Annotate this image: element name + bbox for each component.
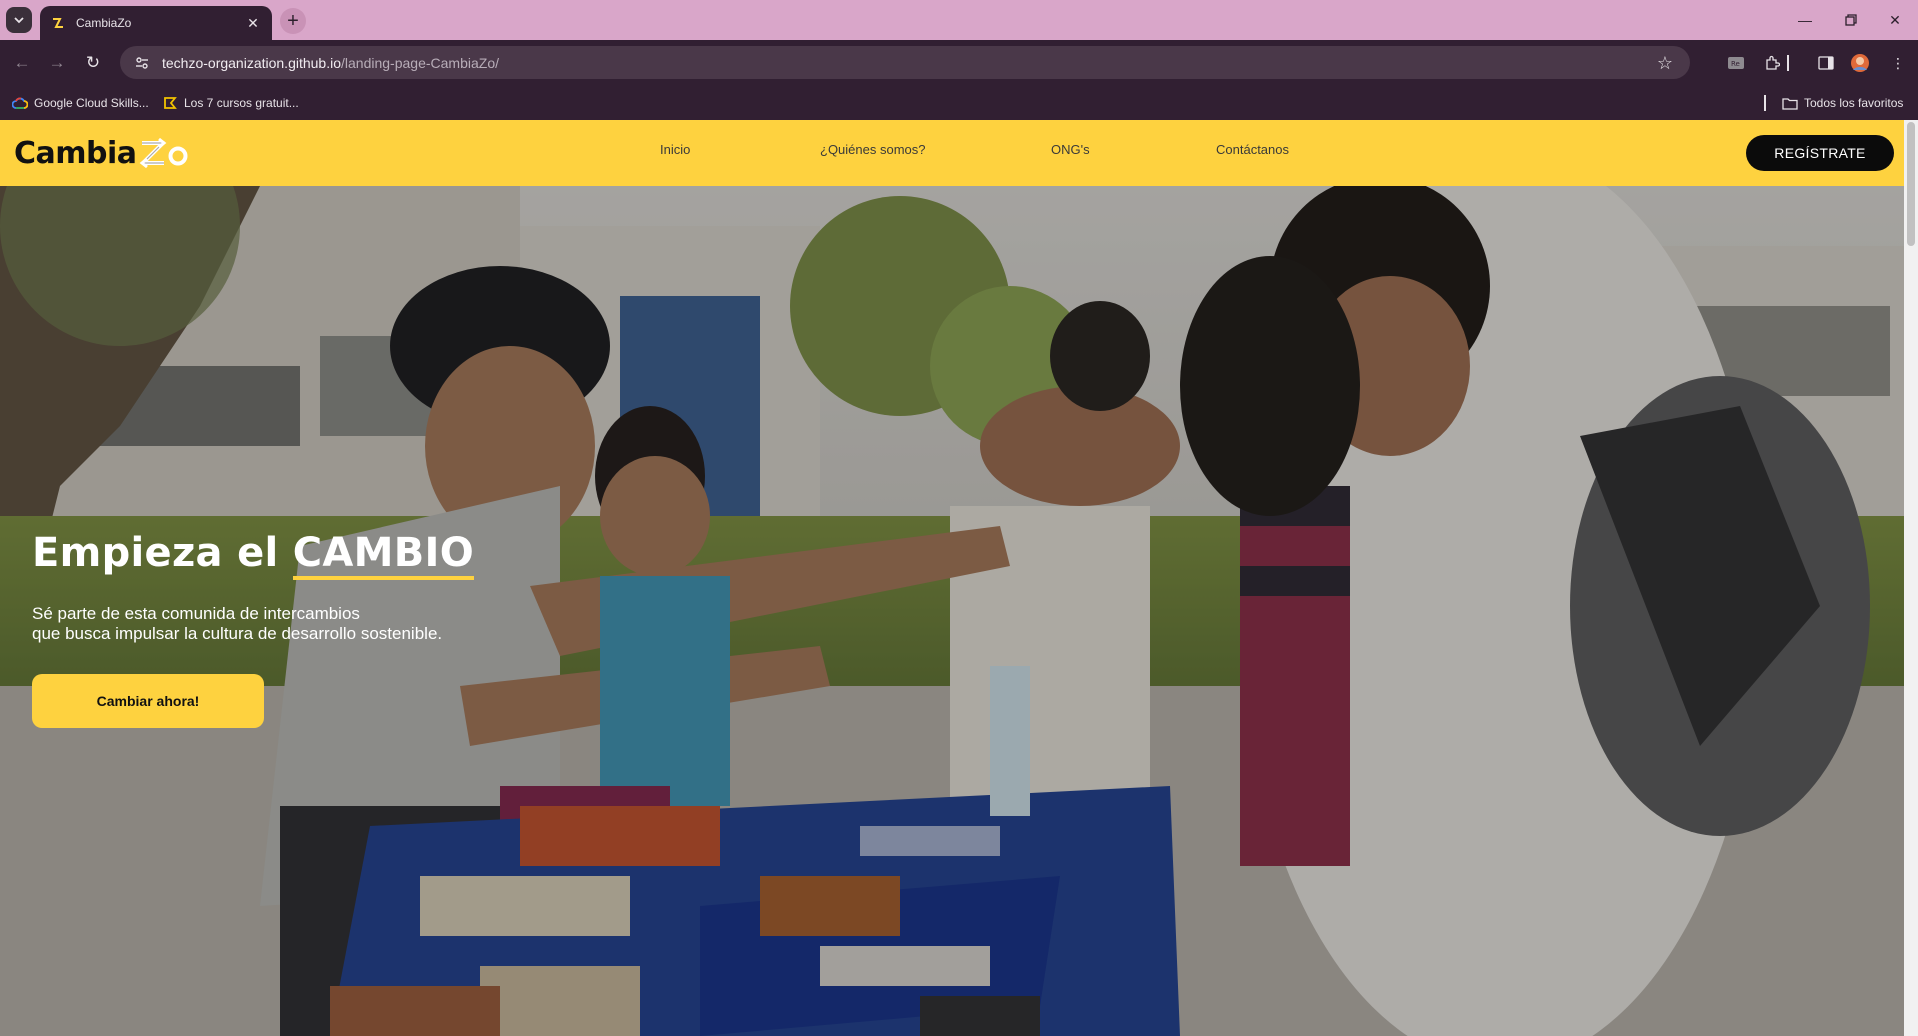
- hero-title-prefix: Empieza el: [32, 530, 293, 576]
- browser-tab[interactable]: CambiaZo ✕: [40, 6, 272, 40]
- logo-zo-icon: [139, 137, 188, 169]
- browser-tab-bar: CambiaZo ✕ + — ✕: [0, 0, 1918, 40]
- page-viewport: Cambia Inicio ¿Quiénes somos? ONG's Cont…: [0, 120, 1904, 1036]
- nav-link-ongs[interactable]: ONG's: [1051, 142, 1090, 157]
- new-tab-button[interactable]: +: [280, 8, 306, 34]
- hero-subtitle-line1: Sé parte de esta comunida de intercambio…: [32, 604, 360, 623]
- site-favicon-icon: [50, 15, 66, 31]
- bookmark-label: Los 7 cursos gratuit...: [184, 96, 299, 110]
- reload-icon[interactable]: ↻: [80, 50, 106, 76]
- site-info-icon[interactable]: [132, 53, 152, 73]
- address-bar[interactable]: techzo-organization.github.io/landing-pa…: [120, 46, 1690, 79]
- tab-title: CambiaZo: [76, 16, 132, 30]
- minimize-icon[interactable]: —: [1782, 0, 1828, 40]
- cambiar-ahora-button[interactable]: Cambiar ahora!: [32, 674, 264, 728]
- extension-icon[interactable]: Re: [1724, 51, 1748, 75]
- google-cloud-icon: [12, 95, 28, 111]
- nav-link-quienes-somos[interactable]: ¿Quiénes somos?: [820, 142, 926, 157]
- all-bookmarks-label: Todos los favoritos: [1804, 96, 1904, 110]
- page-scrollbar[interactable]: [1904, 120, 1918, 1036]
- browser-toolbar: ← → ↻ techzo-organization.github.io/land…: [0, 40, 1918, 85]
- window-close-icon[interactable]: ✕: [1872, 0, 1918, 40]
- site-header: Cambia Inicio ¿Quiénes somos? ONG's Cont…: [0, 120, 1904, 186]
- bookmark-page-icon: [162, 95, 178, 111]
- scrollbar-thumb[interactable]: [1907, 122, 1915, 246]
- hero-subtitle: Sé parte de esta comunida de intercambio…: [32, 604, 442, 644]
- toolbar-divider: [1786, 51, 1790, 75]
- folder-icon: [1782, 95, 1798, 111]
- close-icon[interactable]: ✕: [244, 14, 262, 32]
- site-logo[interactable]: Cambia: [14, 134, 189, 172]
- profile-avatar[interactable]: [1848, 51, 1872, 75]
- bookmark-item[interactable]: Los 7 cursos gratuit...: [162, 93, 299, 113]
- logo-text: Cambia: [14, 135, 137, 171]
- nav-link-inicio[interactable]: Inicio: [660, 142, 690, 157]
- restore-icon[interactable]: [1828, 0, 1874, 40]
- bookmarks-bar: Google Cloud Skills... Los 7 cursos grat…: [0, 85, 1918, 120]
- bookmark-label: Google Cloud Skills...: [34, 96, 149, 110]
- all-bookmarks-folder[interactable]: Todos los favoritos: [1782, 93, 1903, 113]
- url-path: /landing-page-CambiaZo/: [341, 54, 499, 71]
- side-panel-icon[interactable]: [1814, 51, 1838, 75]
- back-icon[interactable]: ←: [9, 50, 35, 76]
- chevron-down-icon: [14, 17, 24, 24]
- nav-link-contactanos[interactable]: Contáctanos: [1216, 142, 1289, 157]
- url-text: techzo-organization.github.io/landing-pa…: [162, 55, 499, 71]
- hero-section: Empieza el CAMBIO Sé parte de esta comun…: [0, 186, 1904, 1036]
- url-domain: techzo-organization.github.io: [162, 54, 342, 71]
- puzzle-extensions-icon[interactable]: [1760, 51, 1784, 75]
- hero-title-highlight: CAMBIO: [292, 530, 475, 580]
- bookmarks-divider: [1764, 95, 1766, 111]
- tab-search-button[interactable]: [6, 7, 32, 33]
- hero-subtitle-line2: que busca impulsar la cultura de desarro…: [32, 624, 443, 643]
- bookmark-item[interactable]: Google Cloud Skills...: [12, 93, 149, 113]
- menu-kebab-icon[interactable]: ⋮: [1886, 51, 1910, 75]
- hero-title: Empieza el CAMBIO: [32, 530, 475, 580]
- svg-text:Re: Re: [1731, 60, 1740, 68]
- forward-icon[interactable]: →: [44, 50, 70, 76]
- register-button[interactable]: REGÍSTRATE: [1746, 135, 1894, 171]
- bookmark-star-icon[interactable]: ☆: [1654, 52, 1676, 74]
